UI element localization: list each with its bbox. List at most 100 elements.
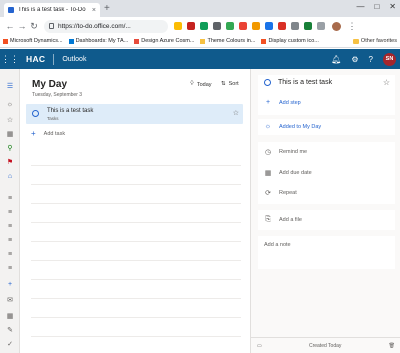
today-button[interactable]: 💡︎ Today bbox=[190, 81, 212, 88]
bell-icon[interactable]: 🔔︎ bbox=[331, 55, 341, 64]
task-list-pane: My Day Tuesday, September 3 💡︎ Today ⇅ S… bbox=[21, 69, 248, 353]
minimize-button[interactable]: — bbox=[356, 2, 364, 11]
home-icon[interactable]: ⌂ bbox=[5, 173, 15, 181]
star-icon[interactable]: ☆ bbox=[383, 78, 390, 87]
url-input[interactable]: https://to-do.office.com/... bbox=[44, 19, 168, 33]
add-file-button[interactable]: ⎘ Add a file bbox=[258, 216, 395, 224]
extension-icon[interactable] bbox=[187, 22, 195, 30]
my-day-card: ☼ Added to My Day bbox=[258, 119, 395, 135]
new-tab-button[interactable]: + bbox=[104, 3, 110, 15]
sun-icon: ☼ bbox=[264, 123, 272, 130]
add-due-date-button[interactable]: ▦ Add due date bbox=[258, 169, 395, 177]
outlook-link[interactable]: Outlook bbox=[62, 56, 86, 63]
repeat-button[interactable]: ⟳ Repeat bbox=[258, 189, 395, 197]
bookmark-item[interactable]: Theme Colours in... bbox=[200, 38, 255, 44]
address-bar-row: ← → ↻ https://to-do.office.com/... ⋮ bbox=[0, 17, 400, 35]
back-icon[interactable]: ← bbox=[4, 21, 16, 31]
list-icon[interactable]: ≡ bbox=[5, 195, 15, 203]
hide-pane-icon[interactable]: ▭ bbox=[257, 343, 262, 349]
list-icon[interactable]: ≡ bbox=[5, 237, 15, 245]
menu-dots-icon[interactable]: ⋮ bbox=[346, 21, 358, 32]
extension-icon[interactable] bbox=[252, 22, 260, 30]
bookmark-item[interactable]: Microsoft Dynamics... bbox=[3, 38, 63, 44]
mail-icon[interactable]: ✉ bbox=[5, 297, 15, 305]
added-to-my-day-button[interactable]: ☼ Added to My Day bbox=[258, 123, 395, 130]
task-row[interactable]: This is a test task Tasks ☆ bbox=[26, 104, 243, 124]
extension-icon[interactable] bbox=[213, 22, 221, 30]
page-title: My Day bbox=[32, 79, 68, 90]
help-icon[interactable]: ? bbox=[369, 55, 373, 64]
bookmark-icon bbox=[134, 38, 140, 44]
brand-name: HAC bbox=[26, 54, 46, 64]
extension-icon[interactable] bbox=[291, 22, 299, 30]
flag-icon[interactable]: ⚑ bbox=[5, 159, 15, 167]
plus-icon[interactable]: + bbox=[5, 281, 15, 289]
plus-icon: + bbox=[265, 99, 271, 106]
repeat-icon: ⟳ bbox=[265, 190, 271, 197]
browser-tab[interactable]: This is a test task - To-Do × bbox=[4, 3, 100, 17]
add-step-button[interactable]: + Add step bbox=[258, 99, 395, 106]
avatar[interactable]: SN bbox=[383, 52, 396, 66]
bookmark-item[interactable]: Dashboards: My TA... bbox=[68, 38, 128, 44]
star-bookmark-icon[interactable] bbox=[174, 22, 182, 30]
calendar-icon[interactable]: ▦ bbox=[5, 131, 15, 139]
star-icon[interactable]: ☆ bbox=[5, 117, 15, 125]
complete-checkbox-icon[interactable] bbox=[264, 79, 271, 86]
extensions: ⋮ bbox=[174, 21, 358, 32]
page-date: Tuesday, September 3 bbox=[32, 92, 83, 98]
bookmark-item[interactable]: Design Azure Cosm... bbox=[134, 38, 194, 44]
extension-icon[interactable] bbox=[239, 22, 247, 30]
calendar-icon: ▦ bbox=[264, 170, 272, 177]
person-icon[interactable]: ⚲ bbox=[5, 145, 15, 153]
sort-icon: ⇅ bbox=[221, 81, 226, 87]
extension-icon[interactable] bbox=[278, 22, 286, 30]
lock-icon bbox=[49, 23, 54, 29]
calendar-icon[interactable]: ▦ bbox=[5, 313, 15, 321]
left-rail: ☰ ☼ ☆ ▦ ⚲ ⚑ ⌂ ≡ ≡ ≡ ≡ ≡ ≡ + ✉ ▦ ✎ ✓ bbox=[0, 69, 20, 353]
list-icon[interactable]: ≡ bbox=[5, 223, 15, 231]
other-favorites[interactable]: Other favorites bbox=[352, 38, 397, 44]
paperclip-icon: ⎘ bbox=[265, 216, 271, 223]
browser-tab-bar: This is a test task - To-Do × + — □ ✕ bbox=[0, 0, 400, 17]
header-divider bbox=[53, 53, 55, 65]
extension-icon[interactable] bbox=[304, 22, 312, 30]
sun-icon[interactable]: ☼ bbox=[5, 101, 15, 109]
close-window-button[interactable]: ✕ bbox=[389, 2, 396, 11]
list-lines bbox=[31, 147, 241, 353]
maximize-button[interactable]: □ bbox=[374, 2, 379, 11]
window-controls: — □ ✕ bbox=[356, 2, 396, 11]
gear-icon[interactable]: ⚙ bbox=[351, 55, 358, 64]
check-icon[interactable]: ✓ bbox=[5, 341, 15, 349]
note-card[interactable]: Add a note bbox=[258, 236, 395, 269]
profile-avatar[interactable] bbox=[332, 21, 341, 31]
header-actions: 🔔︎ ⚙ ? SN bbox=[331, 52, 400, 66]
attach-icon[interactable]: ✎ bbox=[5, 327, 15, 335]
add-task-input[interactable]: + Add task bbox=[31, 129, 65, 138]
extension-icon[interactable] bbox=[226, 22, 234, 30]
menu-icon[interactable]: ☰ bbox=[5, 83, 15, 91]
list-icon[interactable]: ≡ bbox=[5, 209, 15, 217]
created-date: Created Today bbox=[308, 342, 342, 349]
complete-checkbox-icon[interactable] bbox=[32, 110, 39, 117]
list-icon[interactable]: ≡ bbox=[5, 265, 15, 273]
extension-icon[interactable] bbox=[265, 22, 273, 30]
star-icon[interactable]: ☆ bbox=[233, 109, 239, 117]
folder-icon bbox=[352, 38, 359, 44]
app-launcher-icon[interactable]: ⋮⋮ bbox=[0, 54, 20, 65]
detail-title-row: This is a test task bbox=[258, 79, 395, 86]
trash-icon[interactable]: 🗑︎ bbox=[389, 343, 395, 349]
list-icon[interactable]: ≡ bbox=[5, 251, 15, 259]
extension-icon[interactable] bbox=[200, 22, 208, 30]
browser-tab-title: This is a test task - To-Do bbox=[18, 7, 86, 13]
close-tab-icon[interactable]: × bbox=[92, 7, 96, 14]
clock-icon: ◷ bbox=[264, 149, 272, 156]
sort-button[interactable]: ⇅ Sort bbox=[221, 81, 239, 87]
bookmark-item[interactable]: Display custom ico... bbox=[261, 38, 319, 44]
bookmark-icon bbox=[261, 38, 267, 44]
detail-task-title[interactable]: This is a test task bbox=[278, 79, 332, 86]
forward-icon[interactable]: → bbox=[16, 21, 28, 31]
remind-me-button[interactable]: ◷ Remind me bbox=[258, 148, 395, 156]
extension-icon[interactable] bbox=[317, 22, 325, 30]
bookmark-icon bbox=[3, 38, 8, 44]
refresh-icon[interactable]: ↻ bbox=[28, 21, 40, 32]
